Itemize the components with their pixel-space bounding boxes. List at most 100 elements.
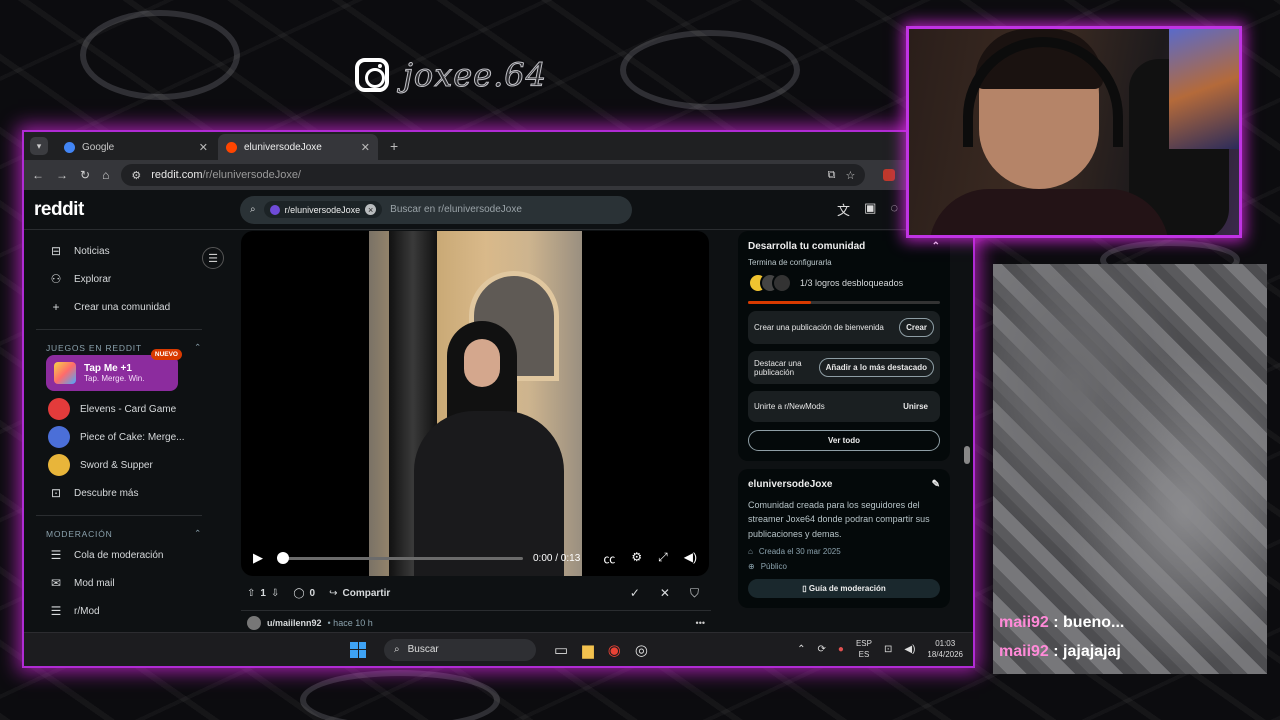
sidebar-item-label: Noticias	[74, 245, 110, 257]
mod-shield-icon[interactable]: ⛉	[690, 586, 699, 601]
chrome-icon[interactable]: ◉	[608, 641, 621, 659]
add-highlight-button[interactable]: Añadir a lo más destacado	[818, 358, 934, 377]
chat-icon[interactable]: ◌	[890, 200, 898, 219]
tab-title: Google	[82, 141, 115, 153]
collapse-sidebar-button[interactable]: ☰	[202, 247, 224, 269]
translate-icon[interactable]: 文	[837, 200, 850, 219]
tab-reddit[interactable]: eluniversodeJoxe ✕	[218, 134, 378, 160]
url-field[interactable]: ⚙ reddit.com/r/eluniversodeJoxe/ ⧉ ☆	[121, 164, 866, 186]
tab-title: eluniversodeJoxe	[244, 141, 322, 153]
approve-check-icon[interactable]: ✓	[630, 586, 640, 601]
extension-icon[interactable]	[883, 169, 896, 181]
obs-icon[interactable]: ◎	[635, 641, 648, 659]
sidebar-item-descubre-mas[interactable]: ⊡ Descubre más	[36, 479, 202, 507]
elevens-game-icon	[48, 398, 70, 420]
video-progress-knob[interactable]	[277, 551, 289, 564]
mod-guide-label: Guía de moderación	[808, 584, 886, 594]
taskbar-search[interactable]: ⌕ Buscar	[384, 638, 536, 661]
sidebar-item-label: Elevens - Card Game	[80, 403, 177, 415]
section-title: JUEGOS EN REDDIT	[46, 342, 142, 353]
sidebar-item-noticias[interactable]: ⊟ Noticias	[36, 237, 202, 265]
clear-chip-icon[interactable]: ×	[365, 204, 377, 215]
featured-game-tap-me[interactable]: Tap Me +1 Tap. Merge. Win. NUEVO	[46, 349, 182, 391]
post-author[interactable]: u/maiilenn92	[267, 618, 322, 628]
sidebar-game-sword-supper[interactable]: Sword & Supper	[36, 451, 202, 479]
create-button[interactable]: Crear	[899, 318, 934, 337]
advertise-icon[interactable]: ▣	[864, 200, 876, 219]
bookmark-star-icon[interactable]: ☆	[846, 169, 856, 182]
mod-guide-button[interactable]: ▯ Guía de moderación	[748, 579, 940, 599]
downvote-icon[interactable]: ⇩	[271, 588, 279, 599]
task-view-icon[interactable]: ▭	[554, 641, 568, 659]
upvote-icon[interactable]: ⇧	[247, 588, 255, 599]
grow-card-header[interactable]: Desarrolla tu comunidad ⌃	[748, 241, 940, 252]
sync-icon[interactable]: ⟳	[818, 644, 826, 655]
community-description: Comunidad creada para los seguidores del…	[748, 500, 930, 539]
windows-taskbar: ⌕ Buscar ▭ ▆ ◉ ◎ ⌃ ⟳ ● ESP ES ⊡ ◀) 01:03…	[24, 632, 973, 666]
forward-icon[interactable]: →	[56, 168, 68, 182]
comments-button[interactable]: ◯ 0	[293, 588, 315, 599]
sidebar-item-mod-queue[interactable]: ☰ Cola de moderación	[36, 541, 202, 569]
network-icon[interactable]: ⊡	[884, 644, 892, 655]
moderation-section-header[interactable]: MODERACIÓN ⌃	[36, 515, 202, 541]
chat-separator: :	[1048, 643, 1064, 660]
page-scrollbar[interactable]	[964, 231, 970, 666]
visibility-row: ⊕ Público	[748, 562, 940, 571]
sidebar-item-r-mod[interactable]: ☰ r/Mod	[36, 597, 202, 625]
sidebar-item-crear-comunidad[interactable]: + Crear una comunidad	[36, 293, 202, 321]
reload-icon[interactable]: ↻	[80, 168, 90, 182]
instagram-handle: joxee.64	[403, 56, 547, 95]
video-player[interactable]: ▶ 0:00 / 0:13 ㏄ ⚙ ⤢ ◀)	[241, 231, 709, 576]
scrollbar-thumb[interactable]	[964, 446, 970, 464]
microphone-icon[interactable]: ●	[838, 644, 844, 655]
close-tab-icon[interactable]: ✕	[199, 141, 208, 154]
install-app-icon[interactable]: ⧉	[828, 169, 836, 182]
more-options-icon[interactable]: •••	[696, 618, 711, 628]
fullscreen-icon[interactable]: ⤢	[658, 550, 668, 567]
see-all-button[interactable]: Ver todo	[748, 430, 940, 451]
windows-start-icon[interactable]	[350, 641, 366, 658]
clock[interactable]: 01:03 18/4/2026	[927, 639, 963, 660]
clock-date: 18/4/2026	[927, 649, 963, 659]
chat-separator: :	[1048, 614, 1064, 631]
file-explorer-icon[interactable]: ▆	[582, 641, 594, 659]
close-tab-icon[interactable]: ✕	[361, 141, 370, 154]
captions-icon[interactable]: ㏄	[603, 550, 615, 567]
reddit-logo[interactable]: reddit	[34, 199, 240, 221]
settings-gear-icon[interactable]: ⚙	[631, 550, 642, 567]
subreddit-search-chip[interactable]: r/eluniversodeJoxe ×	[263, 201, 383, 218]
edit-pencil-icon[interactable]: ✎	[932, 479, 940, 490]
chevron-up-icon[interactable]: ⌃	[797, 644, 805, 655]
right-sidebar: Desarrolla tu comunidad ⌃ Termina de con…	[738, 231, 950, 666]
search-input[interactable]: ⌕ r/eluniversodeJoxe × Buscar en r/eluni…	[240, 195, 632, 224]
task-label: Destacar una publicación	[754, 358, 802, 377]
streamer-shirt	[929, 189, 1169, 235]
play-icon[interactable]: ▶	[253, 550, 269, 566]
mod-list-icon: ☰	[50, 604, 62, 618]
avatar[interactable]	[247, 615, 261, 630]
search-icon: ⌕	[394, 644, 400, 655]
remove-x-icon[interactable]: ✕	[660, 586, 670, 601]
share-label: Compartir	[342, 587, 391, 599]
join-button[interactable]: Unirse	[897, 398, 934, 415]
sidebar-game-elevens[interactable]: Elevens - Card Game	[36, 395, 202, 423]
video-progress-track[interactable]	[277, 551, 523, 564]
volume-icon[interactable]: ◀)	[904, 644, 915, 655]
sidebar-game-piece-of-cake[interactable]: Piece of Cake: Merge...	[36, 423, 202, 451]
new-tab-button[interactable]: +	[380, 138, 408, 160]
site-info-icon[interactable]: ⚙	[131, 169, 141, 182]
tab-search-button[interactable]: ▾	[30, 137, 48, 155]
home-icon[interactable]: ⌂	[102, 168, 109, 182]
instagram-overlay: joxee.64	[355, 56, 547, 95]
tab-google[interactable]: Google ✕	[56, 134, 216, 160]
back-icon[interactable]: ←	[32, 168, 44, 182]
post-time: • hace 10 h	[327, 617, 373, 628]
volume-icon[interactable]: ◀)	[684, 550, 697, 567]
language-indicator[interactable]: ESP ES	[856, 639, 872, 660]
sidebar-item-explorar[interactable]: ⚇ Explorar	[36, 265, 202, 293]
subreddit-avatar	[269, 204, 280, 215]
share-button[interactable]: ↪ Compartir	[329, 588, 390, 599]
sidebar-item-mod-mail[interactable]: ✉ Mod mail	[36, 569, 202, 597]
reddit-header: reddit ⌕ r/eluniversodeJoxe × Buscar en …	[24, 190, 973, 230]
sidebar-item-label: Mod mail	[74, 577, 115, 589]
